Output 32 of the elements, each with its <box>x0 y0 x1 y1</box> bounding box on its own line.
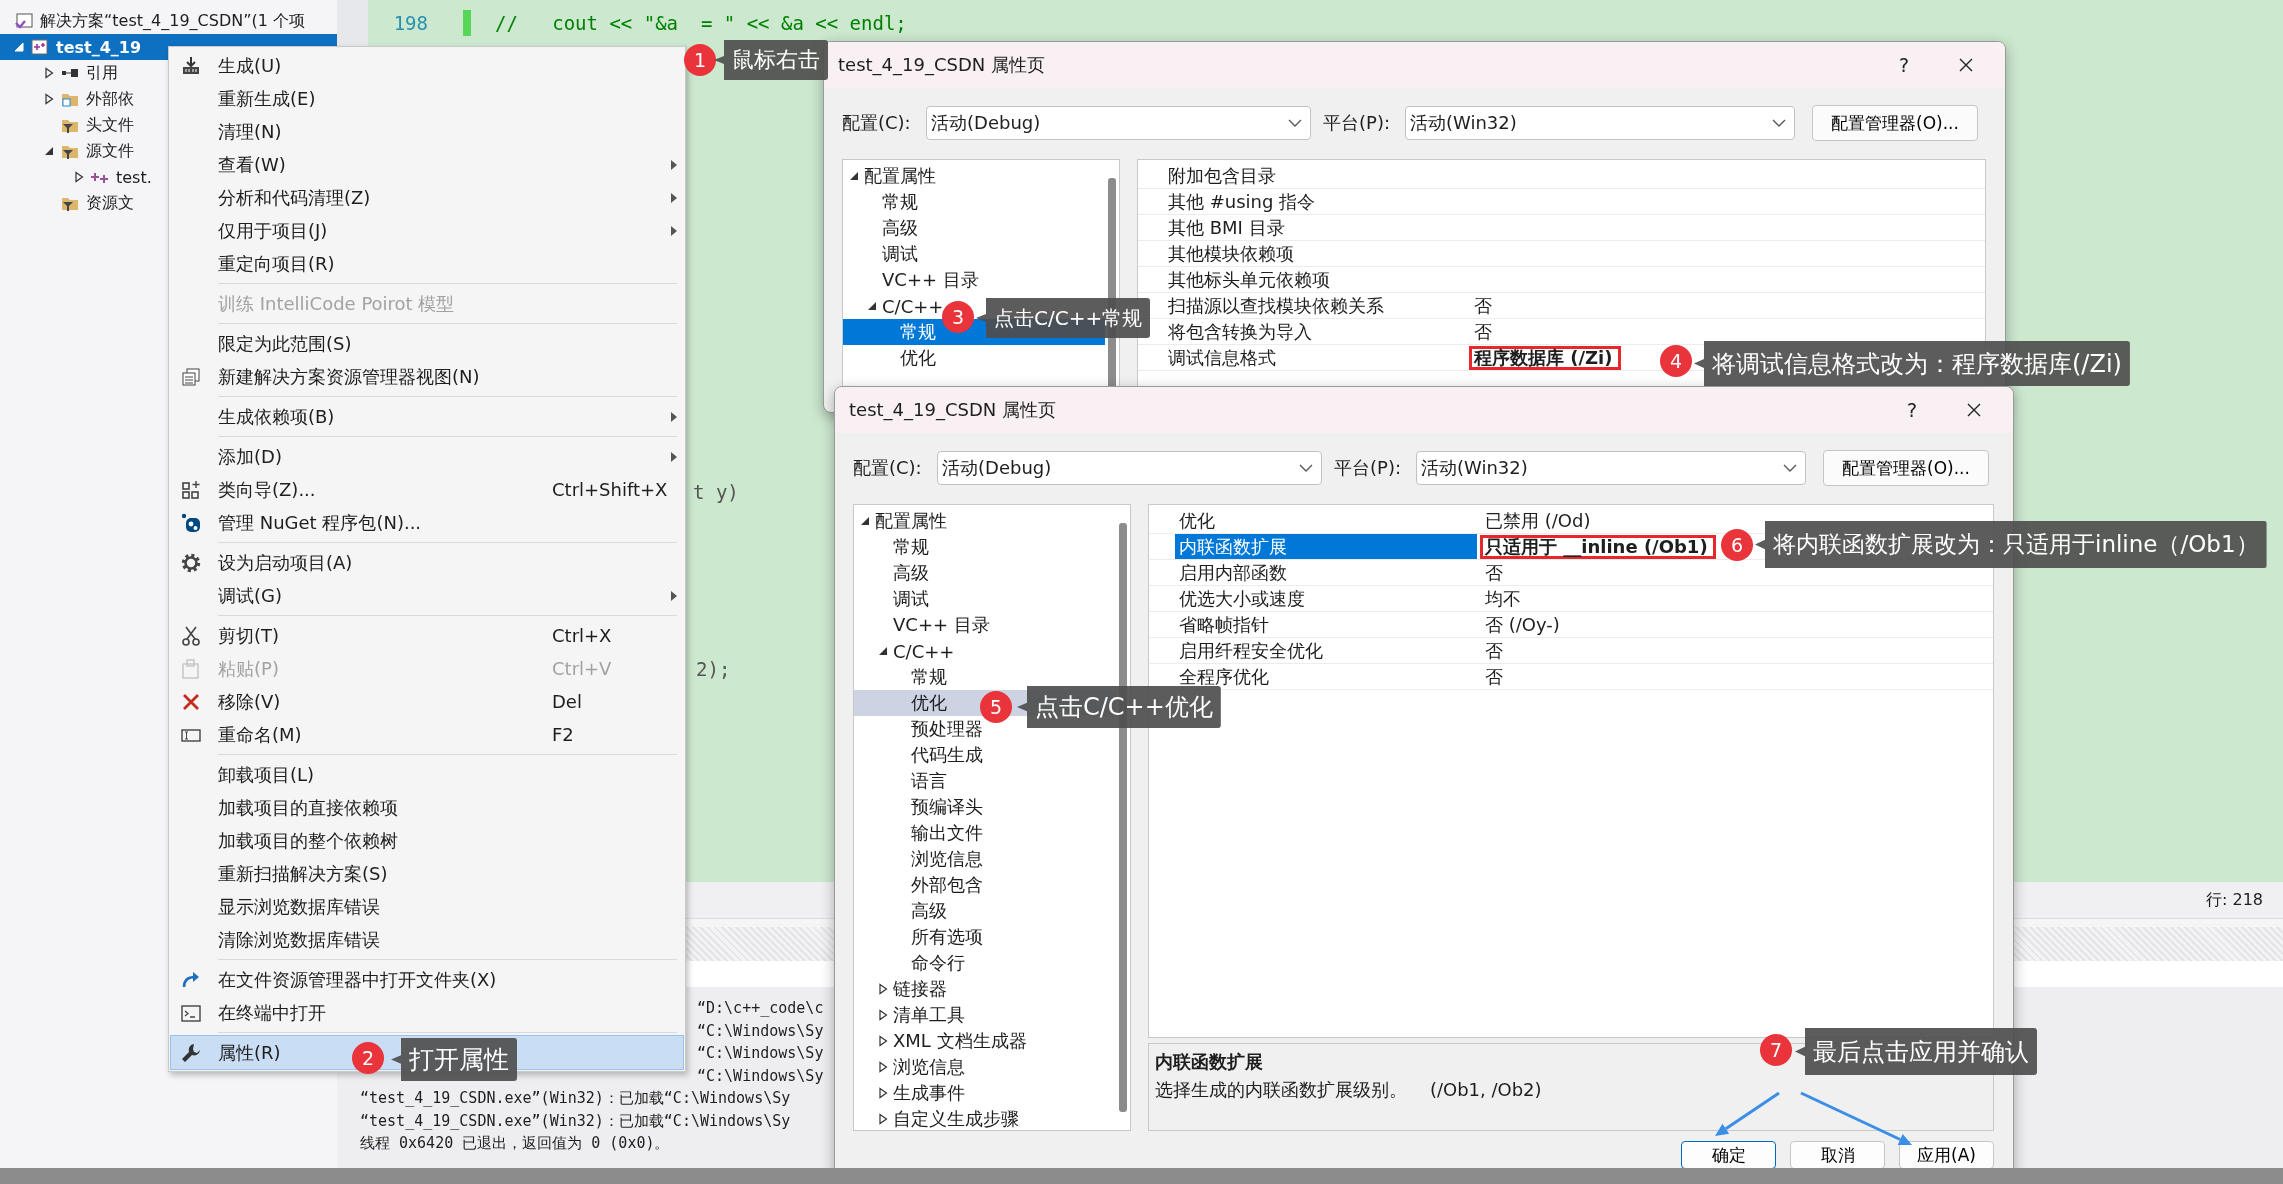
output-line: “C:\Windows\Sy <box>697 1020 824 1042</box>
shortcut-text: Ctrl+V <box>552 658 612 679</box>
shortcut-text: F2 <box>552 724 574 745</box>
platform-label: 平台(P): <box>1334 456 1402 480</box>
platform-label: 平台(P): <box>1323 111 1391 135</box>
output-line: “test_4_19_CSDN.exe”(Win32)：已加载“C:\Windows\Sy <box>360 1088 791 1109</box>
output-line: “C:\Windows\Sy <box>697 1043 824 1064</box>
shortcut-text: Ctrl+X <box>552 625 612 646</box>
description-text: 选择生成的内联函数扩展级别。 (/Ob1, /Ob2) <box>1155 1078 1542 1102</box>
dialog-title: test_4_19_CSDN 属性页 <box>849 398 1056 422</box>
output-line: 线程 0x6420 已退出，返回值为 0 (0x0)。 <box>360 1133 670 1154</box>
annotation-tooltip: 最后点击应用并确认 <box>1795 1028 2037 1075</box>
annotation-tooltip: 点击C/C++常规 <box>976 298 1151 338</box>
code-line: // cout << "&a = " << &a << endl; <box>495 12 907 34</box>
config-label: 配置(C): <box>842 111 912 135</box>
description-title: 内联函数扩展 <box>1155 1050 1263 1074</box>
shortcut-text: Ctrl+Shift+X <box>552 479 668 500</box>
dialog-title: test_4_19_CSDN 属性页 <box>838 53 1045 77</box>
annotation-tooltip: 点击C/C++优化 <box>1017 686 1221 728</box>
output-line: “D:\c++_code\c <box>697 998 824 1019</box>
line-indicator: 行: 218 <box>2206 889 2263 911</box>
line-number: 198 <box>392 12 428 34</box>
annotation-tooltip: 鼠标右击 <box>714 40 828 80</box>
config-label: 配置(C): <box>853 456 923 480</box>
shortcut-text: Del <box>552 691 582 712</box>
annotation-tooltip: 打开属性 <box>391 1038 517 1081</box>
annotation-tooltip: 将内联函数扩展改为：只适用于inline（/Ob1） <box>1755 521 2267 568</box>
output-line: “C:\Windows\Sy <box>697 1065 824 1087</box>
code-line: t y) <box>693 481 739 503</box>
output-line: “test_4_19_CSDN.exe”(Win32)：已加载“C:\Windows\Sy <box>360 1110 791 1132</box>
code-line: 2); <box>696 658 731 680</box>
annotation-tooltip: 将调试信息格式改为：程序数据库(/Zi) <box>1694 341 2130 386</box>
